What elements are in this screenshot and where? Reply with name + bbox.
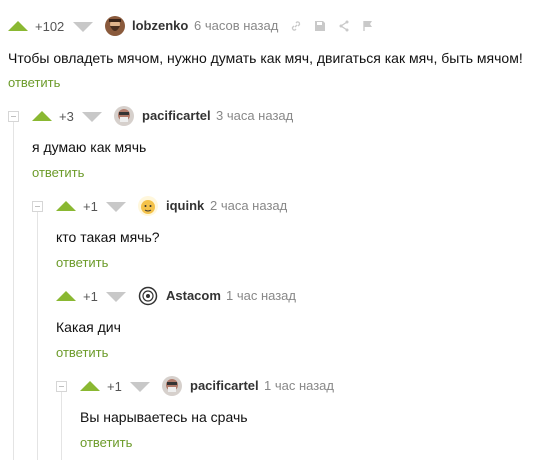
comment-text: кто такая мячь? xyxy=(56,229,160,245)
masked-face-avatar[interactable] xyxy=(114,106,134,126)
reply-link[interactable]: ответить xyxy=(56,345,108,360)
comment-author[interactable]: pacificartel xyxy=(190,378,259,393)
cartoon-face-avatar[interactable] xyxy=(138,196,158,216)
link-icon[interactable] xyxy=(290,20,302,32)
comment-author[interactable]: lobzenko xyxy=(132,18,188,33)
comment-rating: +1 xyxy=(83,289,98,304)
report-flag-icon[interactable] xyxy=(362,20,374,32)
masked-face-avatar[interactable] xyxy=(162,376,182,396)
save-icon[interactable] xyxy=(314,20,326,32)
downvote-button[interactable] xyxy=(106,292,126,302)
reply-link[interactable]: ответить xyxy=(8,75,60,90)
upvote-button[interactable] xyxy=(56,201,76,211)
comment-time: 1 час назад xyxy=(226,288,296,303)
comment-text: Чтобы овладеть мячом, нужно думать как м… xyxy=(8,50,523,66)
comment-rating: +1 xyxy=(83,199,98,214)
downvote-button[interactable] xyxy=(106,202,126,212)
upvote-button[interactable] xyxy=(80,381,100,391)
thread-line xyxy=(13,122,14,460)
upvote-button[interactable] xyxy=(32,111,52,121)
collapse-toggle[interactable] xyxy=(8,111,19,122)
comment-author[interactable]: Astacom xyxy=(166,288,221,303)
reply-link[interactable]: ответить xyxy=(80,435,132,450)
comment-rating: +1 xyxy=(107,379,122,394)
downvote-button[interactable] xyxy=(73,22,93,32)
share-icon[interactable] xyxy=(338,20,350,32)
collapse-toggle[interactable] xyxy=(56,381,67,392)
comment-time: 2 часа назад xyxy=(210,198,288,213)
downvote-button[interactable] xyxy=(82,112,102,122)
reply-link[interactable]: ответить xyxy=(56,255,108,270)
comment-author[interactable]: iquink xyxy=(166,198,204,213)
comment-time: 6 часов назад xyxy=(194,18,279,33)
comment-text: я думаю как мячь xyxy=(32,139,147,155)
downvote-button[interactable] xyxy=(130,382,150,392)
comment-rating: +102 xyxy=(35,19,65,34)
upvote-button[interactable] xyxy=(56,291,76,301)
comment-author[interactable]: pacificartel xyxy=(142,108,211,123)
upvote-button[interactable] xyxy=(8,21,28,31)
thread-line xyxy=(37,212,38,460)
comment-text: Какая дич xyxy=(56,319,121,335)
emblem-avatar[interactable] xyxy=(138,286,158,306)
comment-text: Вы нарываетесь на срачь xyxy=(80,409,248,425)
collapse-toggle[interactable] xyxy=(32,201,43,212)
bearded-man-avatar[interactable] xyxy=(105,16,125,36)
comment-time: 3 часа назад xyxy=(216,108,294,123)
reply-link[interactable]: ответить xyxy=(32,165,84,180)
thread-line xyxy=(61,392,62,460)
comment-rating: +3 xyxy=(59,109,74,124)
comment-time: 1 час назад xyxy=(264,378,334,393)
